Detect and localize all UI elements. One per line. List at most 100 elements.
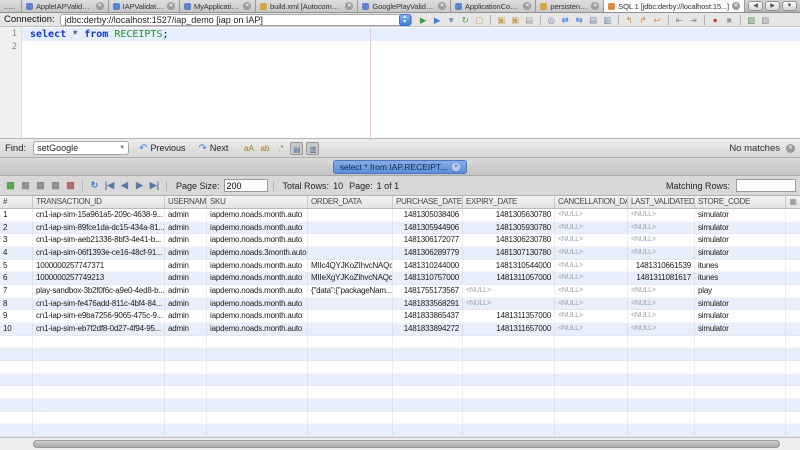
- tab-close-icon[interactable]: ✕: [732, 2, 740, 10]
- tab-scroll-right-icon[interactable]: ▶: [765, 1, 780, 11]
- tab-close-icon[interactable]: ✕: [438, 2, 446, 10]
- table-cell[interactable]: 1481833865437: [393, 310, 463, 323]
- table-cell[interactable]: [463, 361, 555, 374]
- table-cell[interactable]: 1481311081617: [628, 272, 695, 285]
- table-cell[interactable]: admin: [165, 222, 207, 235]
- table-cell[interactable]: [33, 374, 165, 387]
- table-cell[interactable]: 1481755173567: [393, 285, 463, 298]
- table-cell[interactable]: {"data":{"packageNam...: [308, 285, 393, 298]
- sql-history-icon[interactable]: ▼: [445, 14, 458, 26]
- column-header[interactable]: PURCHASE_DATE: [393, 196, 463, 208]
- back-icon[interactable]: ↰: [623, 14, 636, 26]
- table-cell[interactable]: 1481833894272: [393, 323, 463, 336]
- table-cell[interactable]: [0, 374, 33, 387]
- table-cell[interactable]: [308, 234, 393, 247]
- table-cell[interactable]: 5: [0, 260, 33, 273]
- table-cell[interactable]: [393, 399, 463, 412]
- table-cell[interactable]: [463, 348, 555, 361]
- table-cell[interactable]: [628, 336, 695, 349]
- table-cell[interactable]: iapdemo.noads.month.auto: [207, 260, 308, 273]
- commit-record-icon[interactable]: ▦: [34, 179, 47, 192]
- find-previous-icon[interactable]: ⇆: [573, 14, 586, 26]
- new-file-icon[interactable]: ▢: [473, 14, 486, 26]
- tab-close-icon[interactable]: ✕: [243, 2, 251, 10]
- table-cell[interactable]: 1481307130780: [463, 247, 555, 260]
- table-cell[interactable]: [0, 386, 33, 399]
- table-cell[interactable]: simulator: [695, 298, 786, 311]
- table-cell[interactable]: cn1-iap-sim-fe476add-811c-4bf4-84...: [33, 298, 165, 311]
- table-cell[interactable]: 1481310757000: [393, 272, 463, 285]
- table-cell[interactable]: 6: [0, 272, 33, 285]
- table-cell[interactable]: simulator: [695, 222, 786, 235]
- table-cell[interactable]: [628, 348, 695, 361]
- table-cell[interactable]: iapdemo.noads.month.auto: [207, 298, 308, 311]
- result-tab-close-icon[interactable]: ✕: [452, 163, 460, 171]
- table-cell[interactable]: [0, 399, 33, 412]
- table-cell[interactable]: [695, 374, 786, 387]
- table-cell[interactable]: [308, 247, 393, 260]
- table-cell[interactable]: [165, 361, 207, 374]
- refresh-records-icon[interactable]: ↻: [88, 179, 101, 192]
- table-cell[interactable]: [0, 412, 33, 425]
- table-row[interactable]: [0, 424, 800, 437]
- table-cell[interactable]: <NULL>: [555, 285, 628, 298]
- table-cell[interactable]: [33, 412, 165, 425]
- editor-tab[interactable]: GooglePlayValidator.java✕: [358, 0, 451, 12]
- tab-close-icon[interactable]: ✕: [96, 2, 104, 10]
- table-cell[interactable]: [165, 399, 207, 412]
- table-cell[interactable]: [393, 424, 463, 437]
- shift-left-icon[interactable]: ⇤: [673, 14, 686, 26]
- table-cell[interactable]: [695, 336, 786, 349]
- whole-words-icon[interactable]: ab: [258, 142, 271, 155]
- column-header[interactable]: LAST_VALIDATED: [628, 196, 695, 208]
- table-cell[interactable]: [555, 399, 628, 412]
- table-cell[interactable]: [393, 374, 463, 387]
- editor-tab[interactable]: ...tor: [0, 0, 22, 12]
- table-cell[interactable]: iapdemo.noads.month.auto: [207, 310, 308, 323]
- table-cell[interactable]: [463, 424, 555, 437]
- table-cell[interactable]: [628, 412, 695, 425]
- truncate-table-icon[interactable]: ▦: [64, 179, 77, 192]
- insert-record-icon[interactable]: ▦: [4, 179, 17, 192]
- open-recent-icon[interactable]: ▣: [509, 14, 522, 26]
- table-cell[interactable]: 7: [0, 285, 33, 298]
- editor-tab[interactable]: MyApplication.java✕: [180, 0, 256, 12]
- table-cell[interactable]: 3: [0, 234, 33, 247]
- table-cell[interactable]: [33, 348, 165, 361]
- table-cell[interactable]: [463, 374, 555, 387]
- table-cell[interactable]: [555, 386, 628, 399]
- table-cell[interactable]: simulator: [695, 234, 786, 247]
- cancel-edits-icon[interactable]: ▦: [49, 179, 62, 192]
- find-dropdown-icon[interactable]: ▼: [119, 145, 125, 151]
- table-cell[interactable]: [463, 399, 555, 412]
- tab-list-icon[interactable]: ▼: [782, 1, 797, 11]
- first-page-icon[interactable]: |◀: [103, 179, 116, 192]
- table-cell[interactable]: <NULL>: [628, 323, 695, 336]
- open-file-icon[interactable]: ▣: [495, 14, 508, 26]
- table-cell[interactable]: 10: [0, 323, 33, 336]
- sql-editor[interactable]: 12 select * from RECEIPTS;: [0, 27, 800, 138]
- table-cell[interactable]: 4: [0, 247, 33, 260]
- table-row[interactable]: 3cn1-iap-sim-aeb21336-8bf3-4e41-b...admi…: [0, 234, 800, 247]
- table-cell[interactable]: 8: [0, 298, 33, 311]
- table-cell[interactable]: [207, 399, 308, 412]
- table-cell[interactable]: [628, 374, 695, 387]
- table-cell[interactable]: [463, 386, 555, 399]
- table-cell[interactable]: [308, 361, 393, 374]
- editor-tab[interactable]: ApplicationConfig.java✕: [451, 0, 536, 12]
- table-cell[interactable]: 1481311057000: [463, 272, 555, 285]
- table-cell[interactable]: itunes: [695, 272, 786, 285]
- table-cell[interactable]: [308, 399, 393, 412]
- table-cell[interactable]: <NULL>: [555, 310, 628, 323]
- uncomment-icon[interactable]: ▨: [759, 14, 772, 26]
- find-close-icon[interactable]: ✕: [786, 144, 795, 153]
- table-cell[interactable]: [165, 412, 207, 425]
- table-cell[interactable]: <NULL>: [463, 298, 555, 311]
- table-cell[interactable]: simulator: [695, 247, 786, 260]
- table-row[interactable]: 1cn1-iap-sim-15a961a5-209c-4638-9...admi…: [0, 209, 800, 222]
- table-cell[interactable]: [393, 386, 463, 399]
- table-cell[interactable]: [555, 336, 628, 349]
- table-cell[interactable]: iapdemo.noads.month.auto: [207, 272, 308, 285]
- table-cell[interactable]: simulator: [695, 323, 786, 336]
- table-cell[interactable]: 1000000257749213: [33, 272, 165, 285]
